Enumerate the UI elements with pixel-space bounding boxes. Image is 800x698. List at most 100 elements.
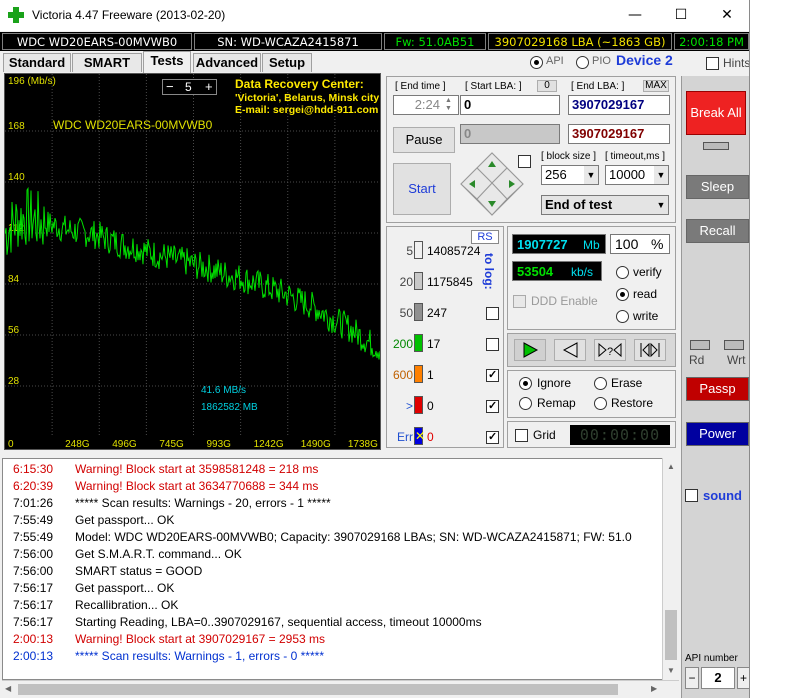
maximize-button[interactable]: ☐ <box>658 0 704 31</box>
end-action-select[interactable]: End of test <box>541 195 669 215</box>
log-message: Recallibration... OK <box>75 598 179 612</box>
timeout-dropdown-icon[interactable]: ▼ <box>654 166 668 184</box>
start-lba-reset-button[interactable]: 0 <box>537 80 557 92</box>
to-log-checkbox[interactable] <box>486 338 499 351</box>
tab-tests[interactable]: Tests <box>143 51 191 73</box>
back-button[interactable] <box>554 339 586 361</box>
sleep-button[interactable]: Sleep <box>686 175 749 199</box>
pio-label: PIO <box>592 55 611 67</box>
block-size-label: [ block size ] <box>541 151 597 162</box>
victoria-window: Victoria 4.47 Freeware (2013-02-20) — ☐ … <box>0 0 750 698</box>
log-hscroll-thumb[interactable] <box>18 684 618 695</box>
drive-info-bar: WDC WD20EARS-00MVWB0 SN: WD-WCAZA2415871… <box>0 32 749 51</box>
minimize-button[interactable]: — <box>612 0 658 31</box>
stat-count: 0 <box>427 399 434 413</box>
tab-smart[interactable]: SMART <box>72 53 142 72</box>
mb-unit: Mb <box>583 238 600 252</box>
direction-checkbox[interactable] <box>518 155 531 168</box>
end-time-spin-icon[interactable]: ▲ ▼ <box>445 97 457 113</box>
end-lba-max-button[interactable]: MAX <box>643 80 669 92</box>
stat-threshold-label: 5 <box>406 244 413 258</box>
log-entry: 2:00:13 ***** Scan results: Warnings - 1,… <box>3 648 663 665</box>
read-radio[interactable] <box>616 288 629 301</box>
app-icon <box>8 7 24 23</box>
speed-unit: kb/s <box>571 265 594 279</box>
erase-radio[interactable] <box>594 377 607 390</box>
to-log-checkbox[interactable] <box>486 307 499 320</box>
api-number-minus[interactable]: − <box>685 667 699 689</box>
end-action-dropdown-icon[interactable]: ▼ <box>654 196 668 214</box>
api-radio[interactable] <box>530 56 543 69</box>
scale-minus-button[interactable]: − <box>166 79 174 94</box>
sound-label: sound <box>703 488 742 503</box>
break-all-button[interactable]: Break All <box>686 91 746 135</box>
scale-plus-button[interactable]: + <box>205 79 213 94</box>
api-number-plus[interactable]: + <box>737 667 749 689</box>
scroll-up-icon[interactable]: ▲ <box>667 462 675 471</box>
tab-setup[interactable]: Setup <box>262 53 312 72</box>
block-size-dropdown-icon[interactable]: ▼ <box>584 166 598 184</box>
to-log-checkbox[interactable] <box>486 399 499 413</box>
log-entry: 7:55:49 Model: WDC WD20EARS-00MVWB0; Capa… <box>3 529 663 546</box>
log-time: 6:15:30 <box>13 462 54 476</box>
power-button[interactable]: Power <box>686 422 749 446</box>
scale-value: 5 <box>185 80 192 94</box>
log-message: SMART status = GOOD <box>75 564 203 578</box>
pause-button[interactable]: Pause <box>393 127 455 153</box>
log-horizontal-scrollbar[interactable]: ◀ ▶ <box>2 680 679 697</box>
drive-firmware: Fw: 51.0AB51 <box>384 33 486 50</box>
hints-checkbox[interactable] <box>706 57 719 70</box>
graph-scale-spinner: − 5 + <box>162 79 217 95</box>
stat-count: 0 <box>427 430 434 444</box>
recall-button[interactable]: Recall <box>686 219 749 243</box>
scroll-left-icon[interactable]: ◀ <box>5 684 11 693</box>
sound-checkbox[interactable] <box>685 489 698 502</box>
close-button[interactable]: ✕ <box>704 0 749 31</box>
grid-label: Grid <box>533 428 556 442</box>
drc-line1: 'Victoria', Belarus, Minsk city <box>235 92 380 104</box>
ddd-enable-checkbox[interactable] <box>513 295 526 308</box>
write-radio[interactable] <box>616 310 629 323</box>
stat-threshold-label: 200 <box>392 337 413 351</box>
passp-button[interactable]: Passp <box>686 377 749 401</box>
write-label: write <box>633 309 659 323</box>
log-time: 2:00:13 <box>13 649 54 663</box>
event-log[interactable]: 6:15:30 Warning! Block start at 359858124… <box>2 458 666 680</box>
svg-text:?: ? <box>607 346 613 358</box>
direction-pad[interactable] <box>459 151 525 217</box>
stat-count: 247 <box>427 306 448 320</box>
log-scroll-thumb[interactable] <box>665 610 677 660</box>
jump-button[interactable]: ? <box>594 339 626 361</box>
scroll-down-icon[interactable]: ▼ <box>667 666 675 675</box>
start-lba-input[interactable]: 0 <box>460 95 560 115</box>
pio-radio[interactable] <box>576 56 589 69</box>
end-lba-input[interactable]: 3907029167 <box>568 95 670 115</box>
verify-radio[interactable] <box>616 266 629 279</box>
log-entry: 7:55:49 Get passport... OK <box>3 512 663 529</box>
stat-threshold-label: > <box>405 399 413 413</box>
timeout-label: [ timeout,ms ] <box>605 151 666 162</box>
start-button[interactable]: Start <box>393 163 451 215</box>
play-button[interactable] <box>514 339 546 361</box>
tab-advanced[interactable]: Advanced <box>193 53 261 72</box>
stat-count: 17 <box>427 337 441 351</box>
grid-checkbox[interactable] <box>515 429 528 442</box>
to-log-checkbox[interactable] <box>486 368 499 382</box>
end-button[interactable] <box>634 339 666 361</box>
stat-row-err: Err ✕ 0 <box>387 427 505 449</box>
stat-color-swatch <box>414 241 423 259</box>
to-log-checkbox[interactable] <box>486 430 499 444</box>
timer-display: 00:00:00 <box>570 425 670 445</box>
api-number-value[interactable]: 2 <box>701 667 735 689</box>
log-vertical-scrollbar[interactable]: ▲ ▼ <box>662 458 679 680</box>
ignore-radio[interactable] <box>519 377 532 390</box>
scroll-right-icon[interactable]: ▶ <box>651 684 657 693</box>
remap-radio[interactable] <box>519 397 532 410</box>
tab-standard[interactable]: Standard <box>3 53 71 72</box>
drive-capacity: 3907029168 LBA (~1863 GB) <box>488 33 672 50</box>
restore-radio[interactable] <box>594 397 607 410</box>
hints-label: Hints <box>723 56 750 70</box>
speed-readout: 41.6 MB/s <box>201 385 247 396</box>
stat-threshold-label: 20 <box>399 275 413 289</box>
break-indicator <box>703 142 729 150</box>
